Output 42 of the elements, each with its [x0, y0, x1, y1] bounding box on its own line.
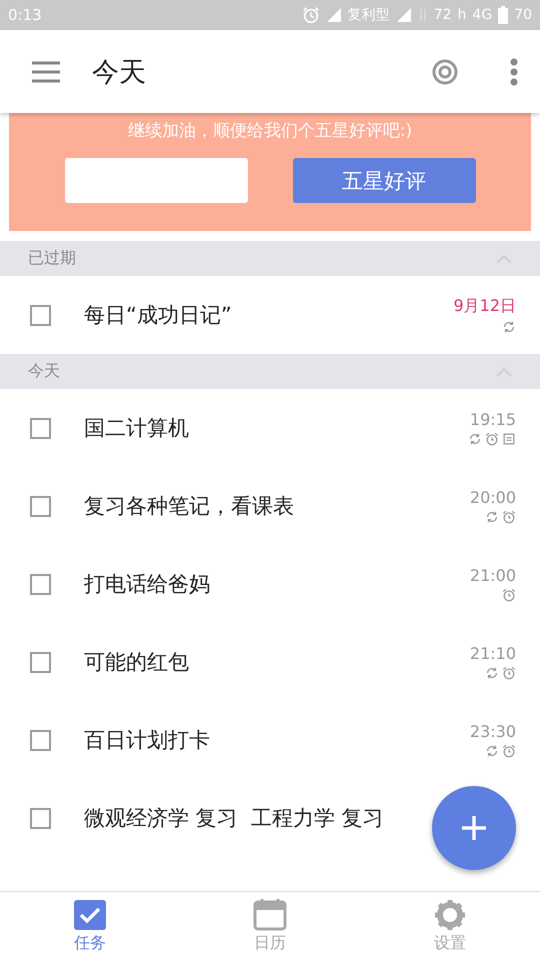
more-icon: [510, 58, 518, 86]
signal-icon: [326, 7, 342, 23]
input-field[interactable]: [64, 158, 248, 203]
due-date: 9月12日: [453, 296, 516, 317]
checkbox[interactable]: [30, 808, 51, 828]
due-time: 20:00: [470, 488, 516, 507]
nav-tab[interactable]: 日历: [180, 892, 360, 960]
section-title: 已过期: [28, 248, 76, 269]
rate-button[interactable]: 五星好评: [292, 158, 476, 203]
task-title: 可能的红包: [84, 649, 189, 676]
signal-icon: [396, 7, 412, 23]
nav-tab[interactable]: 设置: [360, 892, 540, 960]
battery-icon: [498, 6, 508, 24]
section-header[interactable]: 已过期: [0, 241, 540, 276]
task-title: 微观经济学 复习 工程力学 复习: [84, 805, 384, 832]
task-title: 打电话给爸妈: [84, 571, 210, 598]
banner-message: 继续加油，顺便给我们个五星好评吧:): [128, 120, 412, 142]
screen-title: 今天: [92, 56, 147, 90]
task-title: 百日计划打卡: [84, 727, 210, 754]
checkbox[interactable]: [30, 304, 51, 326]
plus-icon: [461, 815, 487, 841]
task-title: 国二计算机: [84, 415, 189, 442]
due-time: 23:30: [470, 722, 516, 741]
alarm-icon: [302, 6, 320, 24]
checkbox[interactable]: [30, 496, 51, 516]
menu-icon: [32, 60, 60, 82]
due-time: 19:15: [470, 410, 516, 429]
checkbox[interactable]: [30, 418, 51, 438]
section-title: 今天: [28, 361, 60, 382]
nav-tab[interactable]: 任务: [0, 892, 180, 960]
checkbox[interactable]: [30, 730, 51, 750]
checkbox[interactable]: [30, 574, 51, 594]
task-title: 复习各种笔记，看课表: [84, 493, 294, 520]
target-icon: [432, 58, 458, 84]
due-time: 21:00: [470, 566, 516, 585]
task-title: 每日“成功日记”: [84, 302, 232, 329]
section-header[interactable]: 今天: [0, 354, 540, 389]
gear-icon: [433, 898, 467, 930]
checkbox[interactable]: [30, 652, 51, 672]
calendar-icon: [253, 898, 287, 930]
due-time: 21:10: [470, 644, 516, 663]
checkbox-icon: [73, 898, 107, 930]
